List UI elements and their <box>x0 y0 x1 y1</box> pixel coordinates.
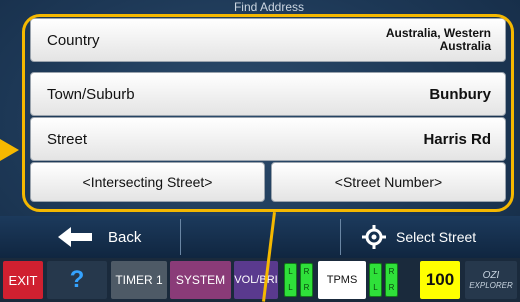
tpms-rear-left-bottom-letter: L <box>373 283 378 292</box>
explorer-label: EXPLORER <box>469 280 513 290</box>
exit-button[interactable]: EXIT <box>3 261 43 299</box>
screen-title: Find Address <box>233 0 305 14</box>
tpms-rear-left-top-letter: L <box>373 267 378 276</box>
tpms-right-indicator-icon: R R <box>300 263 313 297</box>
country-value-line1: Australia, Western <box>385 26 491 40</box>
town-suburb-label: Town/Suburb <box>47 85 135 103</box>
country-value: Australia, Western Australia <box>386 27 491 53</box>
select-street-label: Select Street <box>396 229 477 245</box>
street-field[interactable]: Street Harris Rd <box>30 117 506 161</box>
tpms-left-indicator-icon: L L <box>284 263 297 297</box>
tpms-rear-right-indicator-icon: R R <box>385 263 398 297</box>
street-label: Street <box>47 130 88 148</box>
timer-button[interactable]: TIMER 1 <box>111 261 167 299</box>
back-label: Back <box>108 228 142 246</box>
country-field[interactable]: Country Australia, Western Australia <box>30 18 506 62</box>
ozi-explorer-button[interactable]: OZI EXPLORER <box>465 261 517 299</box>
speed-limit-button[interactable]: 100 <box>420 261 460 299</box>
country-label: Country <box>47 31 100 49</box>
tpms-button[interactable]: TPMS <box>318 261 366 299</box>
system-button[interactable]: SYSTEM <box>170 261 231 299</box>
back-button[interactable]: Back <box>58 216 208 258</box>
street-number-button[interactable]: <Street Number> <box>271 162 506 202</box>
ozi-label: OZI <box>482 269 500 281</box>
town-suburb-value: Bunbury <box>429 85 491 103</box>
tpms-right-top-letter: R <box>303 267 310 276</box>
callout-arrow-icon <box>0 139 19 161</box>
tpms-rear-right-top-letter: R <box>388 267 395 276</box>
volbri-button[interactable]: VOL/BRI <box>234 261 278 299</box>
tpms-rear-left-indicator-icon: L L <box>369 263 382 297</box>
tpms-right-bottom-letter: R <box>303 283 310 292</box>
nav-separator <box>340 219 341 255</box>
help-button[interactable]: ? <box>47 261 107 299</box>
tpms-rear-right-bottom-letter: R <box>388 283 395 292</box>
tpms-left-bottom-letter: L <box>288 283 293 292</box>
town-suburb-field[interactable]: Town/Suburb Bunbury <box>30 72 506 116</box>
tpms-left-top-letter: L <box>288 267 293 276</box>
country-value-line2: Australia <box>439 39 491 53</box>
back-arrow-icon <box>58 227 92 247</box>
crosshair-target-icon <box>362 225 386 249</box>
select-street-button[interactable]: Select Street <box>362 216 512 258</box>
nav-separator <box>180 219 181 255</box>
street-value: Harris Rd <box>423 130 491 148</box>
intersecting-street-button[interactable]: <Intersecting Street> <box>30 162 265 202</box>
